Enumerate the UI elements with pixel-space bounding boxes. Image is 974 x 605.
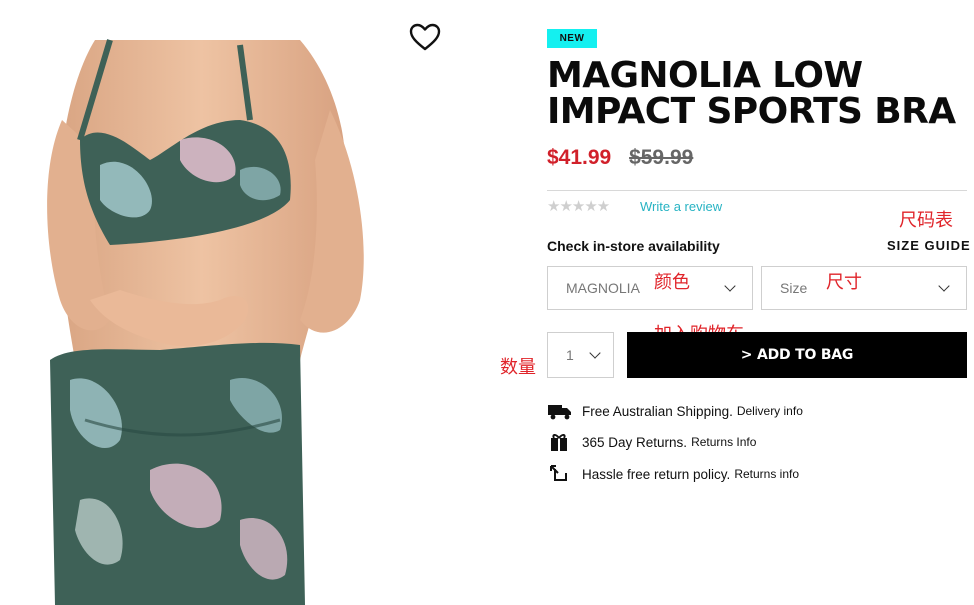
- perk-policy: Hassle free return policy. Returns info: [547, 464, 799, 484]
- chevron-down-icon: [589, 347, 601, 359]
- quantity-value: 1: [566, 347, 574, 363]
- divider: [547, 190, 967, 191]
- size-select-placeholder: Size: [780, 280, 808, 296]
- size-select[interactable]: Size: [761, 266, 967, 310]
- rating-stars: ★★★★★: [547, 198, 610, 215]
- model-image: [47, 39, 364, 605]
- size-guide-link[interactable]: SIZE GUIDE: [887, 238, 971, 253]
- annotation-size-chart: 尺码表: [899, 210, 953, 231]
- color-select[interactable]: MAGNOLIA: [547, 266, 753, 310]
- original-price: $59.99: [629, 146, 694, 169]
- product-photo: [0, 0, 520, 605]
- sale-price: $41.99: [547, 146, 612, 169]
- annotation-size: 尺寸: [826, 272, 862, 293]
- truck-icon: [548, 405, 571, 420]
- product-title: MAGNOLIA LOW IMPACT SPORTS BRA: [547, 55, 956, 132]
- chevron-down-icon: [938, 280, 950, 292]
- add-to-bag-button[interactable]: > ADD TO BAG: [627, 332, 967, 378]
- returns-info-link[interactable]: Returns Info: [691, 435, 756, 449]
- delivery-info-link[interactable]: Delivery info: [737, 404, 803, 418]
- perk-returns: 365 Day Returns. Returns Info: [547, 432, 756, 452]
- wishlist-heart-icon[interactable]: [408, 22, 442, 52]
- perk-shipping: Free Australian Shipping. Delivery info: [547, 401, 803, 421]
- chevron-down-icon: [724, 280, 736, 292]
- return-arrow-icon: [550, 465, 567, 481]
- quantity-select[interactable]: 1: [547, 332, 614, 378]
- gift-box-icon: [551, 434, 567, 451]
- perk-policy-text: Hassle free return policy.: [582, 466, 731, 482]
- price-block: $41.99 $59.99: [547, 146, 693, 170]
- annotation-color: 颜色: [654, 272, 690, 293]
- perk-returns-text: 365 Day Returns.: [582, 434, 688, 450]
- returns-policy-link[interactable]: Returns info: [734, 467, 799, 481]
- color-select-value: MAGNOLIA: [566, 280, 640, 296]
- new-badge: NEW: [547, 29, 597, 48]
- check-in-store-link[interactable]: Check in-store availability: [547, 238, 720, 254]
- perk-shipping-text: Free Australian Shipping.: [582, 403, 733, 419]
- annotation-quantity: 数量: [500, 357, 536, 378]
- write-review-link[interactable]: Write a review: [640, 199, 722, 214]
